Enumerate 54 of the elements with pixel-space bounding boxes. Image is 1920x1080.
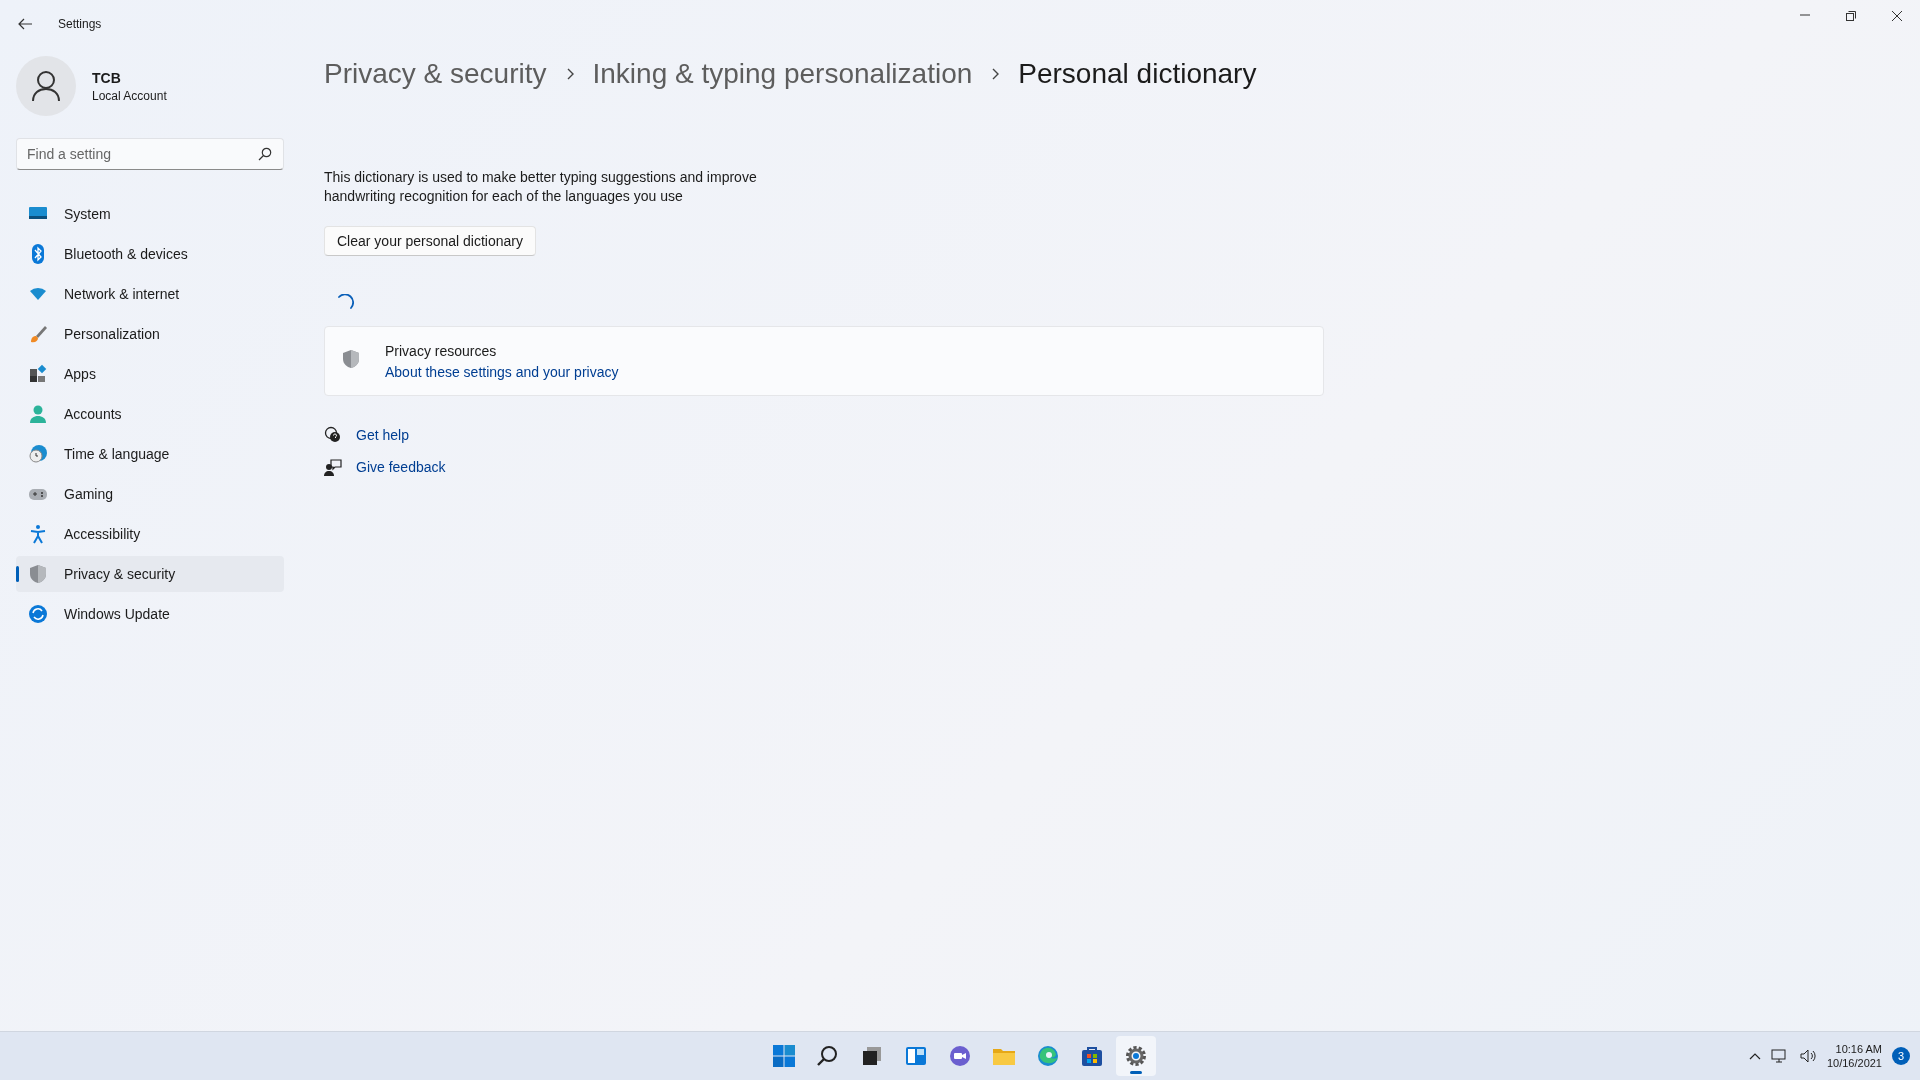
breadcrumb-link[interactable]: Privacy & security (324, 58, 547, 90)
chat-icon (948, 1044, 972, 1068)
window-title: Settings (58, 17, 103, 31)
windows-logo-icon (772, 1044, 796, 1068)
taskbar-app[interactable] (1116, 1036, 1156, 1076)
person-icon (31, 70, 61, 102)
network-icon[interactable] (1770, 1048, 1789, 1064)
search-field[interactable]: Find a setting (16, 138, 284, 170)
chevron-up-icon[interactable] (1748, 1052, 1761, 1060)
get-help-link[interactable]: Get help (356, 427, 409, 443)
page-title: Personal dictionary (1018, 58, 1257, 90)
sidebar-item[interactable]: Privacy & security (16, 556, 284, 592)
sidebar-item[interactable]: Gaming (16, 476, 284, 512)
clear-dictionary-button[interactable]: Clear your personal dictionary (324, 226, 536, 256)
close-icon (1891, 10, 1903, 22)
sidebar-item[interactable]: System (16, 196, 284, 232)
sidebar-item[interactable]: Network & internet (16, 276, 284, 312)
brush-icon (28, 324, 48, 344)
task-view-icon (860, 1044, 884, 1068)
notification-badge[interactable]: 3 (1892, 1047, 1910, 1065)
gear-icon (1124, 1044, 1148, 1068)
sidebar-item[interactable]: Apps (16, 356, 284, 392)
description-text: This dictionary is used to make better typing suggestions and improve handwriting recognition for each of the languages you use (324, 168, 758, 206)
sidebar-item[interactable]: Personalization (16, 316, 284, 352)
selection-indicator (16, 566, 19, 582)
clock-globe-icon (28, 444, 48, 464)
search-icon (816, 1044, 840, 1068)
widgets-icon (904, 1044, 928, 1068)
account-type: Local Account (92, 88, 167, 103)
clock[interactable]: 10:16 AM 10/16/2021 (1826, 1042, 1882, 1070)
card-title: Privacy resources (385, 342, 498, 359)
running-indicator (1130, 1071, 1142, 1074)
person-icon (28, 404, 48, 424)
account-name: TCB (92, 69, 122, 86)
sidebar-item[interactable]: Accessibility (16, 516, 284, 552)
search-icon (258, 147, 272, 161)
privacy-link[interactable]: About these settings and your privacy (385, 363, 619, 380)
browser-icon (1036, 1044, 1060, 1068)
restore-icon (1845, 10, 1857, 22)
breadcrumb-link[interactable]: Inking & typing personalization (592, 58, 973, 90)
sync-icon (28, 604, 48, 624)
volume-icon[interactable] (1798, 1048, 1817, 1064)
sidebar-item[interactable]: Accounts (16, 396, 284, 432)
sidebar-item[interactable]: Windows Update (16, 596, 284, 632)
store-icon (1080, 1044, 1104, 1068)
help-icon (324, 426, 342, 444)
shield-icon (28, 564, 48, 584)
chevron-icon (990, 67, 1001, 81)
sidebar-item[interactable]: Time & language (16, 436, 284, 472)
sidebar-item[interactable]: Bluetooth & devices (16, 236, 284, 272)
accessibility-icon (28, 524, 48, 544)
feedback-icon (324, 458, 342, 476)
apps-icon (28, 364, 48, 384)
feedback-link[interactable]: Give feedback (356, 459, 446, 475)
